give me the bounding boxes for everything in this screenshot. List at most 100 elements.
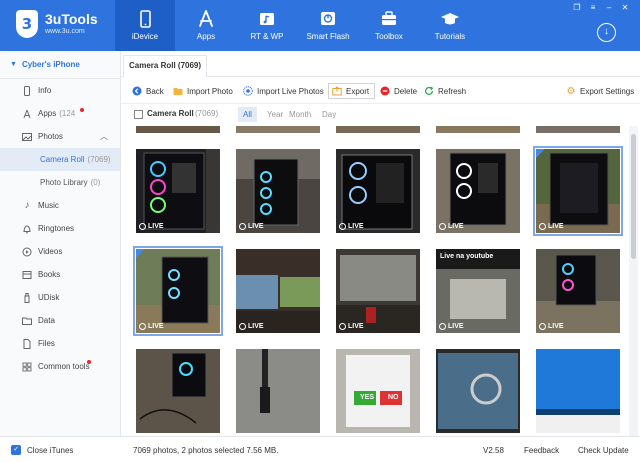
photo-thumbnail-partial[interactable] <box>236 126 320 133</box>
sidebar-item-label: Data <box>38 316 55 325</box>
notification-dot <box>80 108 84 112</box>
gear-icon: ⚙ <box>566 85 576 97</box>
sidebar-item-files[interactable]: Files <box>0 332 120 355</box>
import-photo-button[interactable]: Import Photo <box>173 83 233 99</box>
photo-thumbnail[interactable]: LIVE <box>136 149 220 233</box>
flash-icon <box>321 12 335 25</box>
photo-grid: LIVE LIVE LIVE LIVE LIVE LIVE LIVE LIVE … <box>121 126 627 436</box>
notification-dot <box>87 360 91 364</box>
live-badge: LIVE <box>539 223 564 230</box>
photo-thumbnail[interactable]: LIVE <box>236 149 320 233</box>
filter-tab-day[interactable]: Day <box>317 107 341 122</box>
photo-thumbnail[interactable] <box>236 349 320 433</box>
export-label: Export <box>346 86 370 96</box>
sidebar-item-label: Info <box>38 86 52 95</box>
live-badge: LIVE <box>539 323 564 330</box>
close-icon[interactable]: ✕ <box>620 3 630 13</box>
nav-label: iDevice <box>131 32 159 41</box>
photo-thumbnail[interactable]: LIVE <box>133 246 223 336</box>
sidebar-item-photo-library[interactable]: Photo Library (0) <box>0 171 120 194</box>
menu-icon[interactable]: ≡ <box>588 3 598 13</box>
chevron-down-icon: ▼ <box>10 61 17 68</box>
photo-thumbnail[interactable]: LIVE <box>236 249 320 333</box>
app-store-icon <box>22 109 32 119</box>
photo-thumbnail[interactable]: LIVE <box>536 249 620 333</box>
photo-thumbnail[interactable] <box>436 349 520 433</box>
nav-tab-apps[interactable]: Apps <box>176 0 236 51</box>
stream-caption: Live na youtube <box>440 253 494 260</box>
sidebar-item-udisk[interactable]: UDisk <box>0 286 120 309</box>
photo-thumbnail-partial[interactable] <box>536 126 620 133</box>
pc-case-image <box>536 249 620 333</box>
filter-bar: Camera Roll (7069) All Year Month Day <box>121 104 640 126</box>
sidebar-item-camera-roll[interactable]: Camera Roll (7069) <box>0 148 120 171</box>
restore-icon[interactable]: ❐ <box>572 3 582 13</box>
sidebar-item-books[interactable]: Books <box>0 263 120 286</box>
photo-thumbnail[interactable]: LIVE <box>336 249 420 333</box>
sidebar-item-label: Books <box>38 270 61 279</box>
sidebar-item-data[interactable]: Data <box>0 309 120 332</box>
photo-thumbnail-partial[interactable] <box>436 126 520 133</box>
select-all-checkbox[interactable] <box>134 110 143 119</box>
scrollbar-thumb[interactable] <box>631 134 636 259</box>
music-note-icon: ♪ <box>24 200 30 211</box>
photo-thumbnail[interactable]: Live na youtube LIVE <box>436 249 520 333</box>
live-badge: LIVE <box>339 223 364 230</box>
selection-summary: 7069 photos, 2 photos selected 7.56 MB. <box>133 446 279 455</box>
live-badge: LIVE <box>139 223 164 230</box>
export-button[interactable]: Export <box>328 83 376 99</box>
export-settings-label: Export Settings <box>580 86 635 96</box>
back-button[interactable]: Back <box>132 83 164 99</box>
photo-thumbnail[interactable] <box>536 349 620 433</box>
version-label: V2.58 <box>483 446 504 455</box>
live-badge: LIVE <box>339 323 364 330</box>
app-store-icon <box>199 10 213 27</box>
nav-tab-toolbox[interactable]: Toolbox <box>359 0 419 51</box>
sidebar-item-ringtones[interactable]: Ringtones <box>0 217 120 240</box>
sidebar-item-count: (7069) <box>87 155 111 164</box>
close-itunes-checkbox[interactable]: ✓ <box>11 445 21 455</box>
feedback-link[interactable]: Feedback <box>524 446 559 455</box>
photo-thumbnail-partial[interactable] <box>336 126 420 133</box>
sidebar-item-music[interactable]: ♪ Music <box>0 194 120 217</box>
sidebar-item-apps[interactable]: Apps (124 <box>0 102 120 125</box>
nav-tab-smart-flash[interactable]: Smart Flash <box>298 0 358 51</box>
minimize-icon[interactable]: – <box>604 3 614 13</box>
photo-thumbnail[interactable]: YES NO <box>336 349 420 433</box>
photo-thumbnail-partial[interactable] <box>136 126 220 133</box>
export-settings-button[interactable]: ⚙ Export Settings <box>566 83 635 99</box>
photo-thumbnail[interactable]: LIVE <box>436 149 520 233</box>
import-live-label: Import Live Photos <box>257 86 324 96</box>
photo-thumbnail[interactable] <box>136 349 220 433</box>
refresh-icon <box>424 86 434 96</box>
vertical-scrollbar[interactable] <box>629 126 638 436</box>
nav-tab-tutorials[interactable]: Tutorials <box>420 0 480 51</box>
chevron-up-icon[interactable]: ︿ <box>100 131 108 142</box>
nav-tab-rt-wp[interactable]: RT & WP <box>237 0 297 51</box>
sidebar-item-count: (124 <box>59 109 76 118</box>
phone-icon <box>140 10 151 28</box>
sidebar-item-videos[interactable]: Videos <box>0 240 120 263</box>
sidebar-item-label: Photos <box>38 132 63 141</box>
import-live-photos-button[interactable]: Import Live Photos <box>243 83 324 99</box>
nav-label: Toolbox <box>375 32 403 41</box>
sidebar-item-label: Camera Roll <box>40 155 85 164</box>
sidebar-item-common-tools[interactable]: Common tools <box>0 355 120 378</box>
sidebar-item-info[interactable]: Info <box>0 79 120 102</box>
app-name: 3uTools <box>45 10 98 27</box>
filter-tab-all[interactable]: All <box>238 107 257 122</box>
nav-tab-idevice[interactable]: iDevice <box>115 0 175 51</box>
delete-button[interactable]: Delete <box>380 83 417 99</box>
download-icon[interactable]: ↓ <box>597 23 616 42</box>
refresh-button[interactable]: Refresh <box>424 83 466 99</box>
check-update-link[interactable]: Check Update <box>578 446 629 455</box>
live-badge: LIVE <box>139 323 164 330</box>
device-header[interactable]: ▼ Cyber's iPhone <box>0 51 120 79</box>
filter-tab-month[interactable]: Month <box>284 107 316 122</box>
cable-image <box>236 349 320 433</box>
photo-thumbnail[interactable]: LIVE <box>336 149 420 233</box>
folder-icon <box>22 316 32 326</box>
tab-camera-roll[interactable]: Camera Roll (7069) <box>123 55 208 77</box>
sidebar-item-photos[interactable]: Photos ︿ <box>0 125 120 148</box>
photo-thumbnail[interactable]: LIVE <box>533 146 623 236</box>
